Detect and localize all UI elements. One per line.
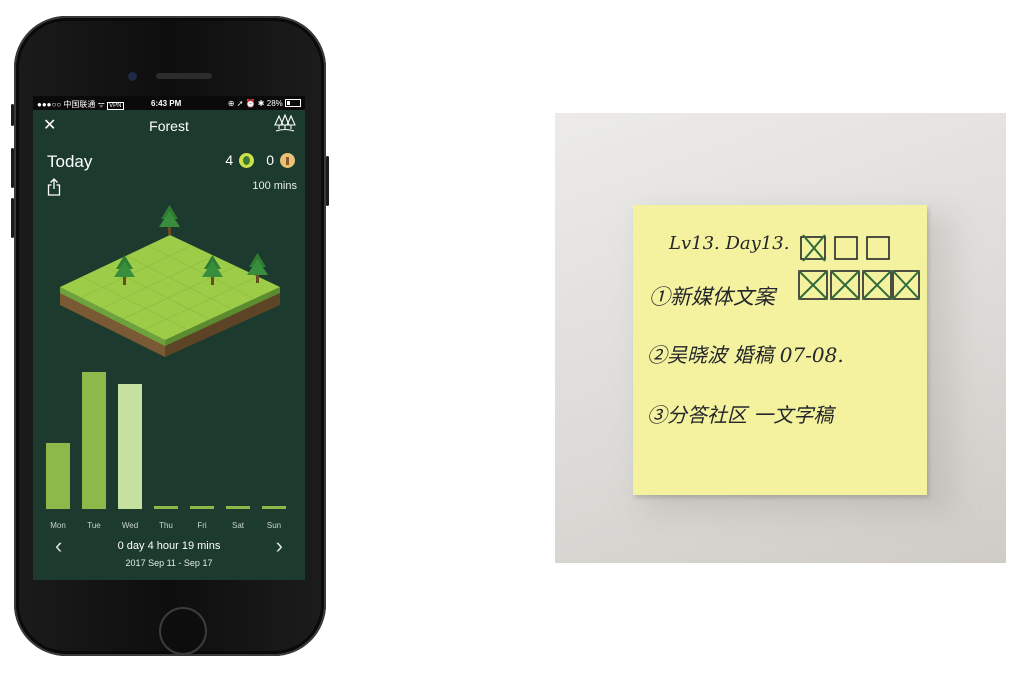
page-title: Forest bbox=[149, 118, 189, 134]
chevron-right-icon[interactable]: › bbox=[276, 533, 283, 559]
phone-screen: ●●●○○ 中国联通 ᯤ VPN 6:43 PM ⊕ ➚ ⏰ ✱ 28% ✕ F… bbox=[33, 96, 305, 580]
bar-mon bbox=[46, 443, 70, 509]
day-label-sat: Sat bbox=[231, 521, 244, 530]
sticky-note-photo: Lv13. Day13. ①新媒体文案 ②吴晓波 婚稿 07-08. ③分答社区… bbox=[555, 113, 1006, 563]
mute-switch bbox=[11, 104, 14, 126]
forest-content: Today 4 0 100 mins Mon Tue Wed Thu Fri S… bbox=[33, 140, 305, 580]
vpn-badge: VPN bbox=[107, 102, 124, 110]
tree-counts: 4 0 bbox=[225, 152, 295, 168]
weekly-summary: 0 day 4 hour 19 mins bbox=[117, 540, 221, 552]
status-indicators: ⊕ ➚ ⏰ ✱ 28% bbox=[228, 99, 301, 108]
bar-sun bbox=[262, 506, 286, 509]
healthy-tree-icon bbox=[239, 152, 255, 168]
nav-bar: ✕ Forest bbox=[33, 110, 305, 140]
volume-down-button bbox=[11, 198, 14, 238]
tree-1 bbox=[159, 205, 180, 235]
period-label: Today bbox=[47, 152, 93, 171]
sticky-note: Lv13. Day13. ①新媒体文案 ②吴晓波 婚稿 07-08. ③分答社区… bbox=[633, 205, 927, 495]
day-label-sun: Sun bbox=[266, 521, 282, 530]
checkbox-grid bbox=[798, 234, 920, 300]
battery-icon bbox=[285, 99, 301, 107]
date-range: 2017 Sep 11 - Sep 17 bbox=[125, 558, 213, 568]
note-header: Lv13. Day13. bbox=[669, 233, 790, 254]
status-carrier: ●●●○○ 中国联通 ᯤ VPN bbox=[37, 100, 124, 110]
bar-fri bbox=[190, 506, 214, 509]
note-task-3: ③分答社区 一文字稿 bbox=[647, 403, 834, 427]
note-task-1: ①新媒体文案 bbox=[649, 285, 775, 309]
day-label-fri: Fri bbox=[197, 521, 207, 530]
battery-percent: 28% bbox=[266, 99, 283, 108]
day-label-tue: Tue bbox=[87, 521, 101, 530]
tree-count: 4 bbox=[225, 152, 234, 168]
forest-island-illustration bbox=[60, 205, 280, 357]
dead-tree-count: 0 bbox=[266, 152, 274, 168]
weekly-focus-chart: Mon Tue Wed Thu Fri Sat Sun bbox=[45, 366, 295, 530]
withered-tree-icon bbox=[280, 152, 295, 168]
bar-sat bbox=[226, 506, 250, 509]
earpiece-speaker bbox=[156, 73, 212, 79]
day-label-thu: Thu bbox=[159, 521, 173, 530]
status-icons: ⊕ ➚ ⏰ ✱ bbox=[227, 99, 265, 108]
share-icon[interactable] bbox=[47, 178, 61, 196]
home-button[interactable] bbox=[159, 607, 207, 655]
volume-up-button bbox=[11, 148, 14, 188]
status-time: 6:43 PM bbox=[151, 99, 182, 108]
status-bar: ●●●○○ 中国联通 ᯤ VPN 6:43 PM ⊕ ➚ ⏰ ✱ 28% bbox=[33, 96, 305, 110]
total-focus-time: 100 mins bbox=[252, 180, 297, 192]
bar-tue bbox=[82, 372, 106, 509]
bar-chart-svg bbox=[46, 372, 286, 509]
note-task-2: ②吴晓波 婚稿 07-08. bbox=[647, 343, 844, 367]
bar-thu bbox=[154, 506, 178, 509]
bar-wed bbox=[118, 384, 142, 509]
power-button bbox=[326, 156, 329, 206]
day-label-mon: Mon bbox=[50, 521, 66, 530]
day-label-wed: Wed bbox=[121, 521, 139, 530]
front-camera bbox=[128, 72, 137, 81]
wifi-icon: ᯤ bbox=[97, 100, 105, 109]
forest-trees-icon[interactable] bbox=[273, 114, 297, 134]
